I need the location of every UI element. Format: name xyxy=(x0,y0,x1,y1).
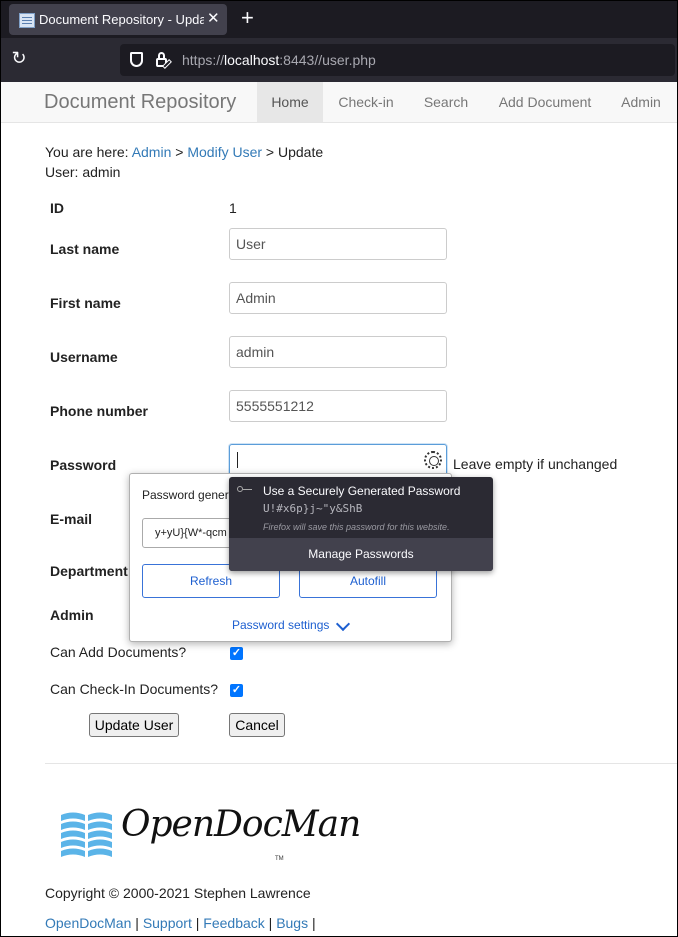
url-text[interactable]: https://localhost:8443//user.php xyxy=(182,52,376,68)
close-tab-icon[interactable]: ✕ xyxy=(207,9,220,27)
footer-separator: | xyxy=(268,915,273,931)
id-label: ID xyxy=(50,200,64,216)
password-generator-icon[interactable] xyxy=(424,451,442,469)
cancel-button[interactable]: Cancel xyxy=(229,713,285,737)
can-check-in-documents-checkbox[interactable]: ✓ xyxy=(230,684,243,697)
browser-window: Document Repository - Update User ✕ + ↻ … xyxy=(0,0,678,937)
username-input[interactable]: admin xyxy=(229,336,447,368)
footer-separator: | xyxy=(312,915,316,931)
can-add-documents-checkbox[interactable]: ✓ xyxy=(230,647,243,660)
last-name-input[interactable]: User xyxy=(229,228,447,260)
generated-password-preview: U!#x6p}j~"y&ShB xyxy=(263,502,363,515)
site-navbar: Document Repository Home Check-in Search… xyxy=(1,82,677,123)
password-hint: Leave empty if unchanged xyxy=(453,456,618,472)
footer-links: OpenDocMan | Support | Feedback | Bugs | xyxy=(45,915,316,931)
browser-tab[interactable]: Document Repository - Update User ✕ xyxy=(9,4,227,35)
footer-separator: | xyxy=(195,915,200,931)
password-settings-link[interactable]: Password settings xyxy=(232,618,329,632)
first-name-input[interactable]: Admin xyxy=(229,282,447,314)
breadcrumb-current: Update xyxy=(278,144,324,160)
tab-bar: Document Repository - Update User ✕ + xyxy=(1,1,677,38)
nav-home[interactable]: Home xyxy=(257,82,323,122)
breadcrumb-separator: > xyxy=(175,144,184,160)
key-icon xyxy=(237,486,252,492)
navigation-bar: ↻ https://localhost:8443//user.php xyxy=(1,38,677,82)
nav-check-in[interactable]: Check-in xyxy=(327,82,405,122)
breadcrumb-admin-link[interactable]: Admin xyxy=(132,144,172,160)
update-user-button[interactable]: Update User xyxy=(89,713,179,737)
nav-search[interactable]: Search xyxy=(411,82,481,122)
logo-wordmark: OpenDocMan xyxy=(121,804,361,845)
password-label: Password xyxy=(50,457,117,473)
footer-link-support[interactable]: Support xyxy=(143,915,192,931)
text-caret xyxy=(237,452,238,468)
breadcrumb-modify-user-link[interactable]: Modify User xyxy=(187,144,262,160)
site-brand[interactable]: Document Repository xyxy=(44,91,236,114)
url-scheme: https:// xyxy=(182,52,225,68)
url-host: localhost xyxy=(224,52,280,68)
first-name-label: First name xyxy=(50,295,121,311)
department-label: Department xyxy=(50,563,128,579)
phone-input[interactable]: 5555551212 xyxy=(229,390,447,422)
last-name-label: Last name xyxy=(50,241,120,257)
nav-add-document[interactable]: Add Document xyxy=(487,82,603,122)
chevron-down-icon[interactable] xyxy=(335,616,351,632)
url-bar[interactable]: https://localhost:8443//user.php xyxy=(120,44,675,76)
generated-password-field[interactable]: y+yU}{W*-qcm xyxy=(142,518,242,548)
logo-trademark: TM xyxy=(275,856,284,862)
firefox-password-dropdown: Use a Securely Generated Password U!#x6p… xyxy=(229,477,493,571)
footer-separator: | xyxy=(135,915,139,931)
can-add-documents-label: Can Add Documents? xyxy=(50,644,187,660)
phone-label: Phone number xyxy=(50,403,149,419)
id-value: 1 xyxy=(229,200,237,216)
insecure-lock-icon[interactable] xyxy=(156,52,167,67)
admin-label: Admin xyxy=(50,607,94,623)
footer-link-bugs[interactable]: Bugs xyxy=(276,915,308,931)
open-book-icon xyxy=(61,812,112,857)
footer-divider xyxy=(45,763,677,764)
copyright: Copyright © 2000-2021 Stephen Lawrence xyxy=(45,885,311,901)
email-label: E-mail xyxy=(50,511,93,527)
username-label: Username xyxy=(50,349,118,365)
tab-title: Document Repository - Update User xyxy=(39,12,204,27)
reload-icon[interactable]: ↻ xyxy=(9,48,29,68)
manage-passwords-button[interactable]: Manage Passwords xyxy=(229,538,493,571)
breadcrumb: You are here: Admin > Modify User > Upda… xyxy=(45,144,323,160)
current-user-line: User: admin xyxy=(45,164,121,180)
password-input[interactable] xyxy=(229,444,447,476)
footer-link-feedback[interactable]: Feedback xyxy=(203,915,264,931)
nav-admin[interactable]: Admin xyxy=(613,82,669,122)
url-path: :8443//user.php xyxy=(279,52,376,68)
page-favicon-icon xyxy=(19,13,35,28)
tracking-protection-shield-icon[interactable] xyxy=(130,52,143,67)
save-password-note: Firefox will save this password for this… xyxy=(263,522,450,532)
breadcrumb-prefix: You are here: xyxy=(45,144,129,160)
breadcrumb-separator: > xyxy=(265,144,275,160)
generated-password-option[interactable]: Use a Securely Generated Password xyxy=(263,484,460,498)
can-check-in-documents-label: Can Check-In Documents? xyxy=(50,681,219,697)
new-tab-icon[interactable]: + xyxy=(241,5,254,31)
footer-link-opendocman[interactable]: OpenDocMan xyxy=(45,915,131,931)
